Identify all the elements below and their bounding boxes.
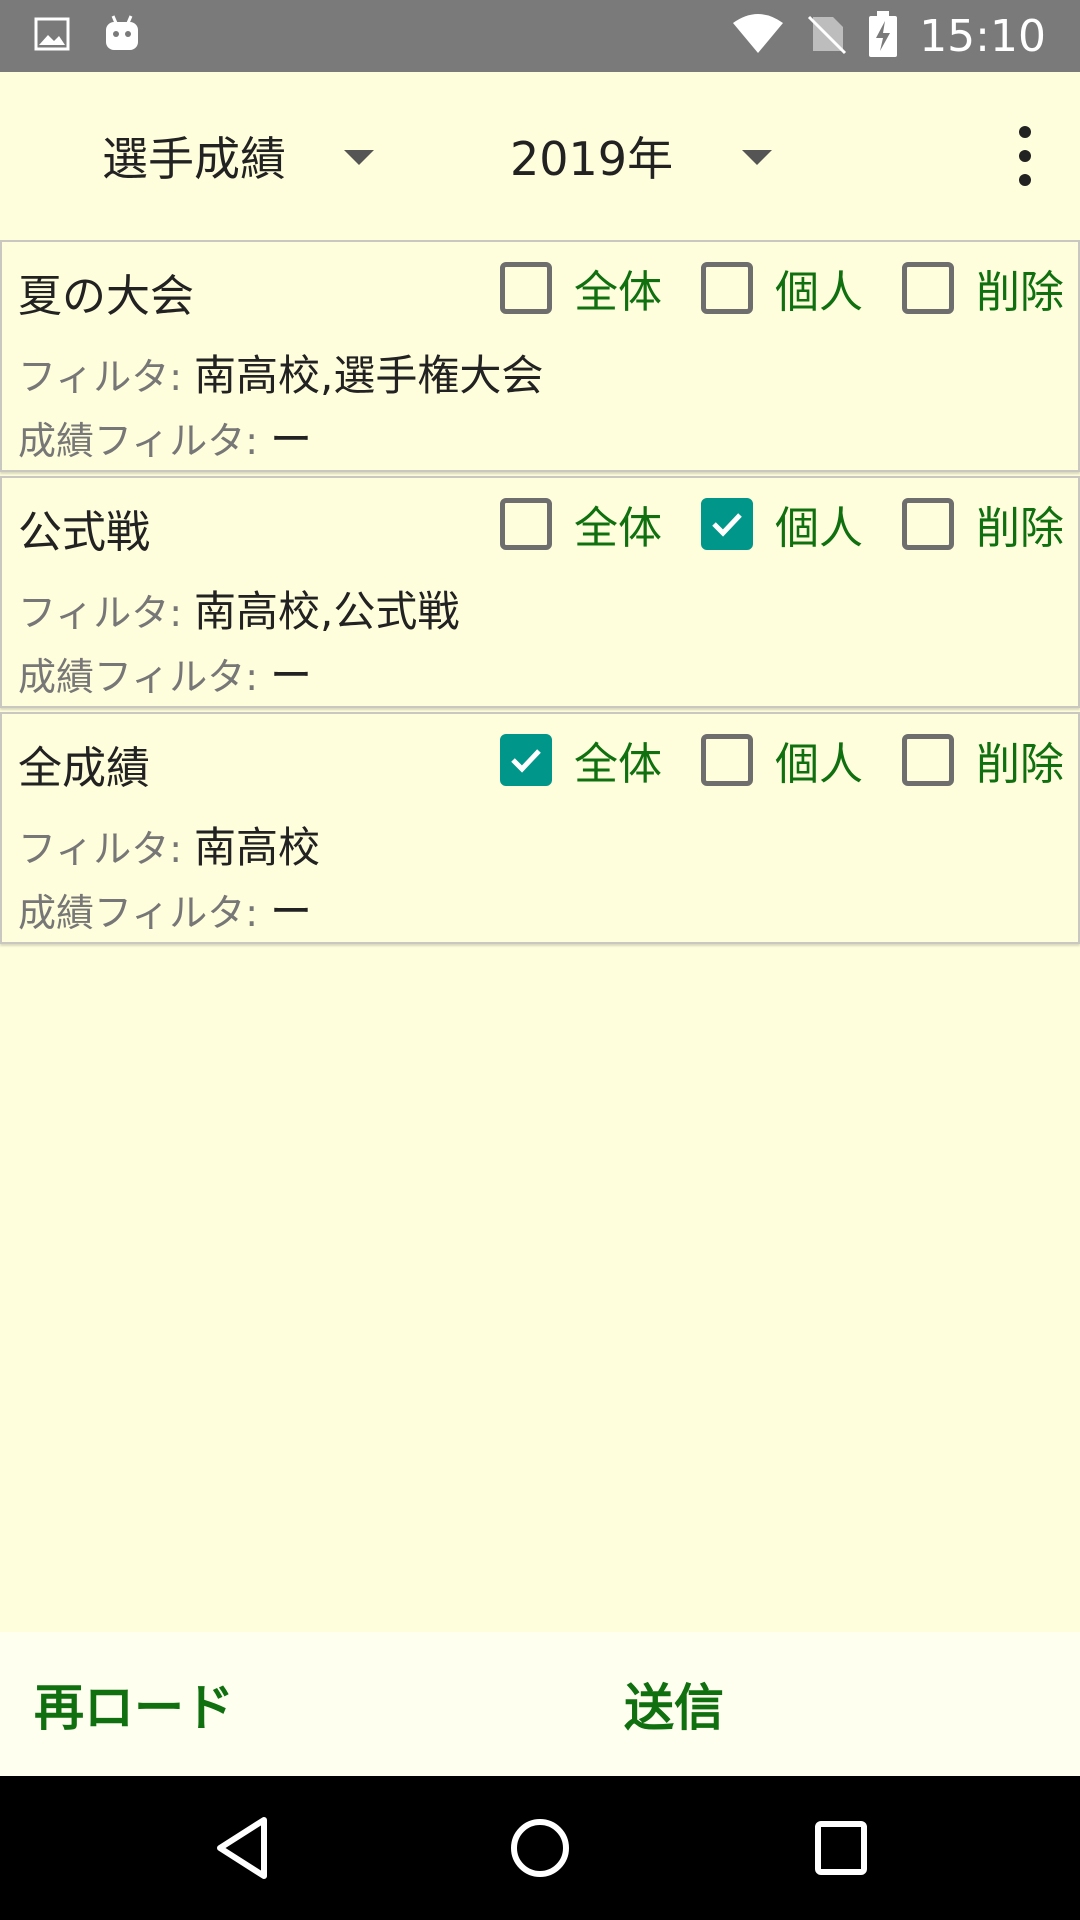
chevron-down-icon [344, 150, 374, 165]
home-icon[interactable] [508, 1814, 572, 1886]
wifi-icon [731, 13, 785, 59]
overall-label: 全体 [574, 503, 662, 554]
result-filter-line: 成績フィルタ: ー [18, 878, 312, 939]
overall-checkbox[interactable] [500, 734, 552, 786]
filter-value: 南高校,選手権大会 [194, 351, 544, 400]
individual-checkbox-option[interactable]: 個人 [701, 492, 863, 556]
result-filter-label: 成績フィルタ: [18, 891, 259, 935]
delete-checkbox[interactable] [902, 734, 954, 786]
result-filter-line: 成績フィルタ: ー [18, 642, 312, 703]
android-icon [104, 14, 140, 58]
navigation-bar [0, 1776, 1080, 1920]
delete-checkbox[interactable] [902, 262, 954, 314]
toolbar: 選手成績 2019年 [0, 72, 1080, 240]
delete-checkbox-option[interactable]: 削除 [902, 492, 1064, 556]
individual-checkbox[interactable] [701, 734, 753, 786]
filter-value: 南高校,公式戦 [194, 587, 460, 636]
filter-line: フィルタ: 南高校,公式戦 [18, 578, 459, 639]
category-spinner[interactable]: 選手成績 [102, 72, 392, 240]
battery-charging-icon [869, 11, 898, 61]
card-title: 全成績 [18, 743, 150, 794]
filter-line: フィルタ: 南高校 [18, 814, 320, 875]
individual-checkbox[interactable] [701, 262, 753, 314]
card-title: 夏の大会 [18, 271, 194, 322]
individual-checkbox-option[interactable]: 個人 [701, 728, 863, 792]
status-bar: 15:10 [0, 0, 1080, 72]
individual-checkbox-option[interactable]: 個人 [701, 256, 863, 320]
individual-label: 個人 [775, 739, 863, 790]
image-icon [34, 17, 70, 55]
category-spinner-value: 選手成績 [102, 132, 286, 186]
back-icon[interactable] [212, 1814, 272, 1886]
check-icon [511, 749, 541, 773]
year-spinner-value: 2019年 [510, 132, 674, 186]
overall-checkbox-option[interactable]: 全体 [500, 492, 662, 556]
delete-checkbox-option[interactable]: 削除 [902, 256, 1064, 320]
result-filter-label: 成績フィルタ: [18, 419, 259, 463]
filter-label: フィルタ: [18, 827, 183, 871]
overall-checkbox[interactable] [500, 262, 552, 314]
result-filter-line: 成績フィルタ: ー [18, 406, 312, 467]
delete-checkbox[interactable] [902, 498, 954, 550]
list-item: 夏の大会 全体 個人 削除 フィルタ: 南高校,選手権大会 成績フィルタ: ー [0, 240, 1080, 472]
no-sim-icon [807, 13, 847, 59]
overall-label: 全体 [574, 739, 662, 790]
list-item: 公式戦 全体 個人 削除 フィルタ: 南高校,公式戦 成績フィルタ: ー [0, 476, 1080, 708]
filter-line: フィルタ: 南高校,選手権大会 [18, 342, 543, 403]
delete-label: 削除 [976, 503, 1064, 554]
result-filter-label: 成績フィルタ: [18, 655, 259, 699]
overall-label: 全体 [574, 267, 662, 318]
individual-label: 個人 [775, 503, 863, 554]
delete-checkbox-option[interactable]: 削除 [902, 728, 1064, 792]
result-filter-value: ー [270, 651, 313, 700]
overall-checkbox-option[interactable]: 全体 [500, 728, 662, 792]
filter-label: フィルタ: [18, 355, 183, 399]
list-item: 全成績 全体 個人 削除 フィルタ: 南高校 成績フィルタ: ー [0, 712, 1080, 944]
chevron-down-icon [742, 150, 772, 165]
overall-checkbox[interactable] [500, 498, 552, 550]
result-filter-value: ー [270, 887, 313, 936]
check-icon [712, 513, 742, 537]
filter-value: 南高校 [194, 823, 321, 872]
card-title: 公式戦 [18, 507, 150, 558]
send-button[interactable]: 送信 [624, 1632, 724, 1776]
reload-button[interactable]: 再ロード [34, 1632, 234, 1776]
year-spinner[interactable]: 2019年 [510, 72, 780, 240]
recents-icon[interactable] [810, 1814, 870, 1886]
result-filter-value: ー [270, 415, 313, 464]
overall-checkbox-option[interactable]: 全体 [500, 256, 662, 320]
delete-label: 削除 [976, 739, 1064, 790]
individual-label: 個人 [775, 267, 863, 318]
more-vert-icon[interactable] [1010, 126, 1040, 186]
delete-label: 削除 [976, 267, 1064, 318]
bottom-action-bar: 再ロード 送信 [0, 1632, 1080, 1776]
filter-label: フィルタ: [18, 591, 183, 635]
clock: 15:10 [919, 10, 1046, 62]
individual-checkbox[interactable] [701, 498, 753, 550]
